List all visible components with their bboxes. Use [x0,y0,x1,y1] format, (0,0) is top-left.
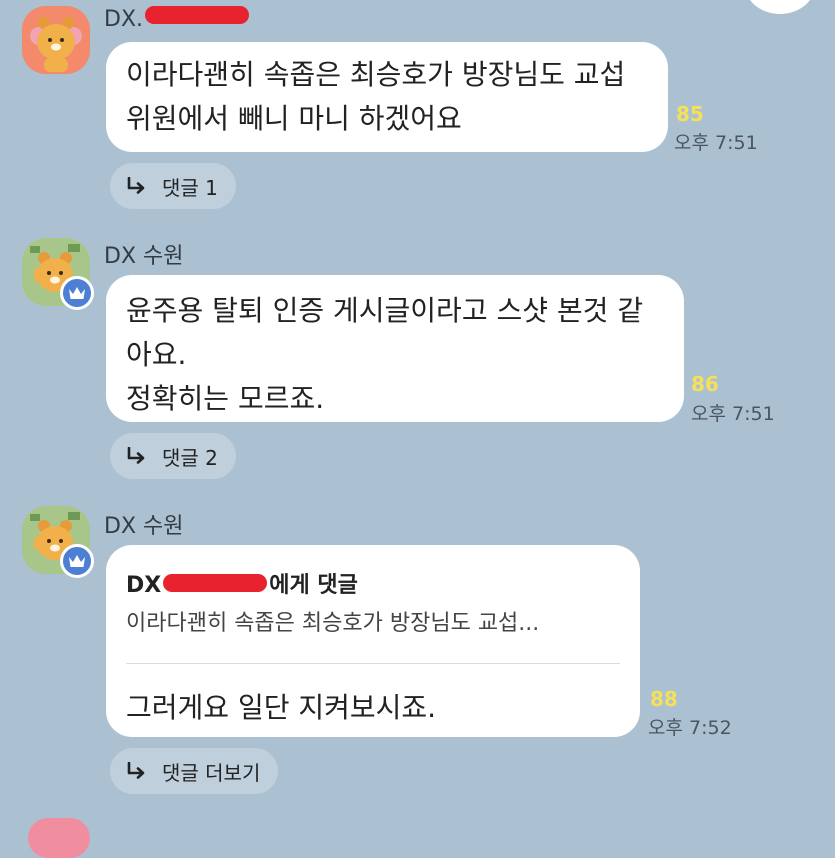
sender-avatar[interactable] [22,6,90,74]
sender-name-text: DX [104,7,137,32]
next-avatar-partial [28,818,90,858]
reply-arrow-icon [127,177,145,194]
reply-button[interactable]: 댓글 2 [110,433,236,479]
reply-button[interactable]: 댓글 1 [110,163,236,209]
read-count: 86 [691,372,719,396]
crown-icon [69,555,85,567]
message-line: 윤주용 탈퇴 인증 게시글이라고 스샷 본것 같 [126,294,644,327]
quoted-sender: DX [126,573,162,598]
sender-name: DX 수원 [104,244,184,269]
message-line: 위원에서 빼니 마니 하겠어요 [126,102,462,135]
quoted-message-text: 이라다괜히 속좁은 최승호가 방장님도 교섭... [126,611,540,636]
timestamp: 오후 7:51 [691,403,775,425]
message-bubble[interactable]: DX 에게 댓글 이라다괜히 속좁은 최승호가 방장님도 교섭... 그러게요 일… [106,545,640,737]
redaction-mark [163,574,268,592]
quote-divider [126,663,620,664]
message-line: 그러게요 일단 지켜보시죠. [126,691,437,724]
read-count: 88 [650,687,678,711]
message-line: 아요. [126,338,187,371]
reply-label: 댓글 1 [162,175,218,200]
message-line: 정확히는 모르죠. [126,382,325,415]
reply-arrow-icon [127,762,145,779]
sender-name: DX 수원 [104,514,184,539]
message-bubble[interactable]: 이라다괜히 속좁은 최승호가 방장님도 교섭 위원에서 빼니 마니 하겠어요 [106,42,668,152]
sender-name: DX. [104,6,250,32]
crown-icon [69,287,85,299]
redaction-mark [145,6,250,24]
quoted-reply-header[interactable]: DX 에게 댓글 [126,567,620,599]
reply-button[interactable]: 댓글 더보기 [110,748,279,794]
ryan-character-icon [22,6,90,74]
timestamp: 오후 7:52 [648,717,732,739]
reply-label: 댓글 더보기 [162,760,261,785]
read-count: 85 [676,102,704,126]
admin-badge [60,544,94,578]
reply-arrow-icon [127,447,145,464]
sender-name-suffix: . [136,7,144,32]
message-bubble[interactable]: 윤주용 탈퇴 인증 게시글이라고 스샷 본것 같 아요. 정확히는 모르죠. [106,275,684,422]
timestamp: 오후 7:51 [674,132,758,154]
top-avatar-partial [745,0,815,14]
message-line: 이라다괜히 속좁은 최승호가 방장님도 교섭 [126,58,626,91]
quoted-suffix: 에게 댓글 [269,573,358,598]
admin-badge [60,276,94,310]
reply-label: 댓글 2 [162,445,218,470]
